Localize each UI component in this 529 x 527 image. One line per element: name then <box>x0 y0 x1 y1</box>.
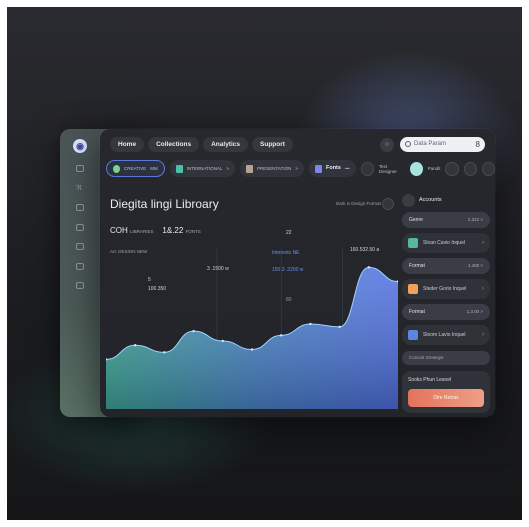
chip-sub: > <box>226 166 229 171</box>
page-title: Diegita lingi Libroary <box>110 197 219 211</box>
chevron-right-icon: › <box>482 332 484 338</box>
filter-label: Format <box>409 309 425 315</box>
grid-icon[interactable] <box>76 263 84 270</box>
sort-button[interactable] <box>382 198 394 210</box>
nav-analytics[interactable]: Analytics <box>203 137 249 152</box>
menu-icon[interactable] <box>481 161 496 176</box>
search-placeholder: Data Param <box>414 141 447 147</box>
user-role: Text Designer <box>378 163 397 174</box>
consult-input[interactable]: Consult Strategie <box>402 351 490 365</box>
right-panel: Accounts Genre 2,322 > Sloan Cavio Inque… <box>402 193 490 413</box>
data-point <box>192 329 195 333</box>
stats-sublabel: Art. DESIGN NEW <box>110 249 148 254</box>
stats-row: COH LIBRARIES 1&.22 FONTS <box>110 226 201 235</box>
card-button[interactable]: Dire Retrax <box>408 389 484 407</box>
data-point <box>367 266 370 269</box>
app-logo-icon[interactable]: ◉ <box>73 139 87 153</box>
list-item[interactable]: Sloan Cavio Inquel › <box>402 233 490 253</box>
data-point <box>338 325 341 329</box>
background-scene: ◉ ℜ Home Collections Analytics Support ○… <box>7 7 522 520</box>
annotation-top: 22 <box>286 230 292 236</box>
chart-icon[interactable]: ℜ <box>76 185 84 192</box>
font-thumb-icon <box>408 284 418 294</box>
data-point <box>163 351 166 354</box>
accounts-title: Accounts <box>419 197 442 203</box>
stat-libraries: COH <box>110 226 128 235</box>
nav-collections[interactable]: Collections <box>148 137 200 152</box>
sort-label: Dark is Design Format <box>336 201 381 206</box>
annotation-value: 100.350 <box>148 286 167 292</box>
list-item[interactable]: Steder Gorio Inquel › <box>402 279 490 299</box>
item-label: Sloan Cavio Inquel <box>423 240 465 246</box>
chip-presentation[interactable]: PRESENTATION > <box>239 160 304 177</box>
book-icon <box>175 164 183 173</box>
document-icon[interactable] <box>76 243 84 250</box>
filter-value: 2,322 > <box>467 217 483 222</box>
chip-sub: ••• <box>344 166 350 171</box>
avatar[interactable] <box>409 161 423 176</box>
chevron-right-icon: › <box>482 286 484 292</box>
data-point <box>221 339 224 343</box>
account-icon[interactable]: 8 <box>476 140 480 149</box>
filter-format-2[interactable]: Format 1.3.00 > <box>402 304 490 320</box>
search-icon <box>405 141 411 147</box>
top-nav: Home Collections Analytics Support <box>110 137 293 152</box>
item-label: Steder Gorio Inquel <box>423 286 467 292</box>
main-panel: Home Collections Analytics Support ○ Dat… <box>100 129 496 417</box>
stat-fonts: 1&.22 <box>162 226 184 235</box>
slides-icon <box>245 164 253 173</box>
annotation-blue: 150.3 .3200 w <box>272 267 304 273</box>
home-icon[interactable] <box>76 165 84 172</box>
bell-icon[interactable] <box>445 161 459 176</box>
card-title: Sooks Phun Lesoel <box>408 377 452 383</box>
filter-label: Format <box>409 263 425 269</box>
data-point <box>309 322 312 326</box>
font-icon <box>314 164 322 173</box>
promo-card: Sooks Phun Lesoel Dire Retrax <box>402 371 490 413</box>
annotation-right: 160.532.50 a <box>350 247 380 253</box>
data-point <box>134 344 137 347</box>
item-label: Sloom Lavio Inquel <box>423 332 466 338</box>
filter-value: 1.3.00 > <box>466 309 483 314</box>
search-input[interactable]: Data Param 8 <box>400 137 485 152</box>
chip-label: CREATIVE <box>124 166 147 171</box>
filter-icon[interactable] <box>360 161 374 176</box>
user-name: Pandit <box>427 166 441 171</box>
filter-label: Genre <box>409 217 423 223</box>
font-thumb-icon <box>408 238 418 248</box>
chip-international[interactable]: INTERNATIONAL > <box>169 160 235 177</box>
chip-label: PRESENTATION <box>256 166 292 171</box>
data-point <box>280 334 283 337</box>
folder-icon[interactable] <box>76 204 84 211</box>
chevron-right-icon: › <box>482 240 484 246</box>
category-chips: CREATIVE MM INTERNATIONAL > PRESENTATION… <box>106 160 496 177</box>
filter-genre[interactable]: Genre 2,322 > <box>402 212 490 228</box>
palette-icon <box>113 164 120 173</box>
stat-libraries-label: LIBRARIES <box>130 229 154 234</box>
list-item[interactable]: Sloom Lavio Inquel › <box>402 325 490 345</box>
calendar-icon[interactable] <box>76 224 84 231</box>
chip-creative[interactable]: CREATIVE MM <box>106 160 165 177</box>
chip-fonts[interactable]: Fonts ••• <box>308 160 356 177</box>
annotation-interests: Interests NE <box>272 250 300 256</box>
nav-home[interactable]: Home <box>110 137 145 152</box>
nav-support[interactable]: Support <box>252 137 293 152</box>
chip-label: INTERNATIONAL <box>186 166 223 171</box>
font-thumb-icon <box>408 330 418 340</box>
message-icon[interactable] <box>463 161 477 176</box>
accounts-icon[interactable] <box>402 193 415 207</box>
settings-icon[interactable] <box>76 282 84 289</box>
data-point <box>250 348 254 351</box>
chip-label: Fonts <box>325 165 341 171</box>
annotation-small: 5 <box>148 277 151 283</box>
annotation-mid: 80 <box>286 297 292 303</box>
filter-format[interactable]: Format 1.400 > <box>402 258 490 274</box>
accounts-header: Accounts <box>402 193 490 207</box>
stat-fonts-label: FONTS <box>185 229 201 234</box>
chip-sub: > <box>295 166 298 171</box>
notification-icon[interactable]: ○ <box>380 138 394 152</box>
chip-sub: MM <box>150 166 158 171</box>
filter-value: 1.400 > <box>467 263 483 268</box>
annotation-left-mid: 3 .1500 w <box>207 266 229 272</box>
